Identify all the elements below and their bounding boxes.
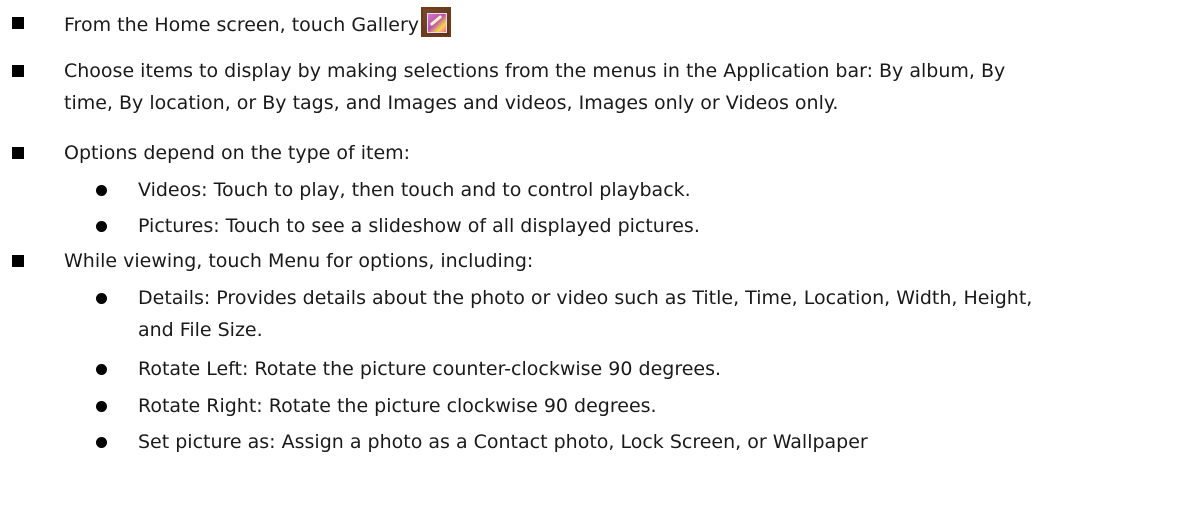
list-item-line: Details: Provides details about the phot…: [138, 287, 1033, 309]
list-item-text: Videos: Touch to play, then touch and to…: [138, 179, 691, 201]
list-item: From the Home screen, touch Gallery: [64, 7, 452, 41]
list-item: Videos: Touch to play, then touch and to…: [138, 174, 691, 206]
list-item-text: Rotate Left: Rotate the picture counter-…: [138, 358, 722, 380]
list-item-text: Pictures: Touch to see a slideshow of al…: [138, 215, 700, 237]
list-item: Options depend on the type of item:: [64, 137, 410, 169]
round-bullet-icon: [96, 221, 107, 232]
document-page: From the Home screen, touch Gallery Choo…: [0, 0, 1194, 526]
square-bullet-icon: [12, 255, 24, 267]
list-item-line: and File Size.: [138, 319, 263, 341]
round-bullet-icon: [96, 401, 107, 412]
round-bullet-icon: [96, 437, 107, 448]
list-item-line: time, By location, or By tags, and Image…: [64, 92, 839, 114]
list-item: Pictures: Touch to see a slideshow of al…: [138, 210, 700, 242]
round-bullet-icon: [96, 293, 107, 304]
list-item-text: Rotate Right: Rotate the picture clockwi…: [138, 395, 657, 417]
gallery-icon: [421, 7, 452, 37]
list-item-text: Set picture as: Assign a photo as a Cont…: [138, 431, 868, 453]
list-item-line: Choose items to display by making select…: [64, 60, 1006, 82]
list-item-text: From the Home screen, touch Gallery: [64, 14, 420, 36]
round-bullet-icon: [96, 185, 107, 196]
square-bullet-icon: [12, 147, 24, 159]
list-item: Choose items to display by making select…: [64, 55, 1005, 119]
list-item-text: While viewing, touch Menu for options, i…: [64, 250, 534, 272]
list-item: Set picture as: Assign a photo as a Cont…: [138, 426, 868, 458]
list-item: Rotate Right: Rotate the picture clockwi…: [138, 390, 657, 422]
list-item: Details: Provides details about the phot…: [138, 282, 1032, 346]
list-item: While viewing, touch Menu for options, i…: [64, 245, 533, 277]
square-bullet-icon: [12, 17, 24, 29]
list-item: Rotate Left: Rotate the picture counter-…: [138, 353, 721, 385]
square-bullet-icon: [12, 65, 24, 77]
round-bullet-icon: [96, 364, 107, 375]
list-item-text: Options depend on the type of item:: [64, 142, 411, 164]
